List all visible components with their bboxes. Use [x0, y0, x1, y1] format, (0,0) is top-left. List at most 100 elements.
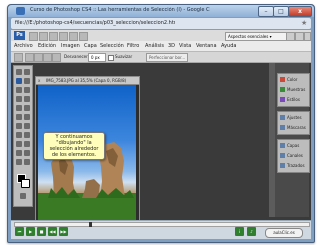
document-tab[interactable]: x IMG_7583.JPG al 35,5% (Capa 0, RGB/8) [36, 77, 139, 85]
ps-maximize-button[interactable] [295, 32, 304, 41]
quick-mask-icon[interactable] [20, 193, 26, 199]
menu-capa[interactable]: Capa [84, 42, 97, 50]
refine-edge-button[interactable]: Perfeccionar bor... [146, 53, 189, 62]
menu-seleccion[interactable]: Selección [100, 42, 124, 50]
brush-tool-icon[interactable] [24, 96, 30, 102]
document-close-icon[interactable]: x [38, 78, 40, 83]
minimize-button[interactable]: – [258, 6, 274, 17]
document-window: x IMG_7583.JPG al 35,5% (Capa 0, RGB/8) … [35, 76, 140, 238]
crop-tool-icon[interactable] [16, 87, 22, 93]
dodge-tool-icon[interactable] [24, 123, 30, 129]
right-bushes [96, 188, 134, 198]
panel-paths-label: Trazados [287, 163, 305, 168]
menu-edicion[interactable]: Edición [38, 42, 56, 50]
feather-input[interactable]: 0 px [88, 53, 106, 62]
panel-dock: Color Muestras Estilos Ajustes Máscaras … [269, 63, 310, 217]
menu-ayuda[interactable]: Ayuda [221, 42, 236, 50]
panel-styles[interactable]: Estilos [279, 95, 308, 104]
menu-3d[interactable]: 3D [168, 42, 175, 50]
quick-selection-tool-icon[interactable] [24, 78, 30, 84]
app-icon [16, 7, 25, 15]
menu-vista[interactable]: Vista [179, 42, 191, 50]
move-tool-icon[interactable] [16, 69, 22, 75]
color-panel-group: Color Muestras Estilos [277, 73, 310, 107]
rewind-button[interactable]: ⏮ [15, 227, 24, 236]
panel-masks-label: Máscaras [287, 125, 306, 130]
ps-minimize-button[interactable] [286, 32, 295, 41]
subtract-selection-icon[interactable] [43, 53, 52, 62]
blur-tool-icon[interactable] [16, 123, 22, 129]
clone-stamp-tool-icon[interactable] [16, 105, 22, 111]
background-color-swatch[interactable] [21, 179, 30, 188]
aulaclic-badge[interactable]: aulaClic.es [265, 228, 303, 238]
previous-step-button[interactable]: ◀◀ [48, 227, 57, 236]
shape-tool-icon[interactable] [24, 141, 30, 147]
play-button[interactable]: ▶ [26, 227, 35, 236]
paths-icon [280, 163, 285, 168]
photoshop-logo: Ps [14, 31, 25, 40]
adjustments-panel-group: Ajustes Máscaras [277, 111, 310, 135]
path-selection-tool-icon[interactable] [16, 141, 22, 147]
panel-adjustments[interactable]: Ajustes [279, 113, 308, 122]
marquee-tool-icon[interactable] [24, 69, 30, 75]
panel-masks[interactable]: Máscaras [279, 123, 308, 132]
panel-swatches[interactable]: Muestras [279, 85, 308, 94]
lasso-tool-preset-icon[interactable] [14, 53, 23, 62]
swatches-icon [280, 87, 285, 92]
arrange-documents-button[interactable] [79, 32, 88, 41]
menu-archivo[interactable]: Archivo [14, 42, 33, 50]
zoom-level-button[interactable] [59, 32, 68, 41]
close-button[interactable]: x [288, 6, 312, 17]
maximize-button[interactable]: □ [273, 6, 289, 17]
info-icon[interactable]: i [235, 227, 244, 236]
window-title: Curso de Photoshop CS4 :: Las herramient… [30, 7, 210, 13]
ps-close-button[interactable] [304, 32, 311, 41]
menu-imagen[interactable]: Imagen [61, 42, 80, 50]
hand-tool-icon[interactable] [16, 159, 22, 165]
hand-tool-button[interactable] [69, 32, 78, 41]
panel-color-label: Color [287, 77, 298, 82]
panel-styles-label: Estilos [287, 97, 300, 102]
volume-icon[interactable]: ♪ [247, 227, 256, 236]
antialias-checkbox[interactable] [108, 55, 114, 61]
gradient-tool-icon[interactable] [24, 114, 30, 120]
eyedropper-tool-icon[interactable] [24, 87, 30, 93]
panel-adjustments-label: Ajustes [287, 115, 302, 120]
mini-bridge-button[interactable] [39, 32, 48, 41]
zoom-tool-icon[interactable] [24, 159, 30, 165]
address-bar[interactable]: file:///E:/photoshop-cs4/secuencias/p03_… [11, 18, 311, 29]
tools-panel [13, 65, 33, 207]
panel-paths[interactable]: Trazados [279, 161, 308, 170]
3d-orbit-tool-icon[interactable] [24, 150, 30, 156]
3d-rotate-tool-icon[interactable] [16, 150, 22, 156]
new-selection-icon[interactable] [25, 53, 34, 62]
url-text[interactable]: file:///E:/photoshop-cs4/secuencias/p03_… [15, 20, 175, 27]
type-tool-icon[interactable] [24, 132, 30, 138]
document-title: IMG_7583.JPG al 35,5% (Capa 0, RGB/8) [46, 78, 127, 83]
panel-color[interactable]: Color [279, 75, 308, 84]
next-step-button[interactable]: ▶▶ [59, 227, 68, 236]
bookmark-star-icon[interactable]: ★ [301, 19, 307, 27]
bridge-button[interactable] [29, 32, 38, 41]
styles-icon [280, 97, 285, 102]
color-icon [280, 77, 285, 82]
menu-analisis[interactable]: Análisis [145, 42, 164, 50]
workspace-switcher[interactable]: Aspectos esenciales ▾ [225, 32, 287, 41]
menu-ventana[interactable]: Ventana [196, 42, 217, 50]
seek-handle[interactable] [89, 222, 92, 227]
menu-filtro[interactable]: Filtro [127, 42, 139, 50]
history-brush-tool-icon[interactable] [24, 105, 30, 111]
image-canvas[interactable]: Y continuamos "dibujando" la selección a… [38, 85, 136, 224]
spot-healing-tool-icon[interactable] [16, 96, 22, 102]
view-extras-button[interactable] [49, 32, 58, 41]
panel-layers[interactable]: Capas [279, 141, 308, 150]
lasso-tool-icon[interactable] [16, 78, 22, 84]
panel-channels[interactable]: Canales [279, 151, 308, 160]
intersect-selection-icon[interactable] [52, 53, 61, 62]
photoshop-app-bar: Ps Aspectos esenciales ▾ [11, 30, 311, 41]
pen-tool-icon[interactable] [16, 132, 22, 138]
panel-dock-collapse-bar[interactable] [269, 63, 275, 217]
add-to-selection-icon[interactable] [34, 53, 43, 62]
stop-button[interactable]: ■ [37, 227, 46, 236]
eraser-tool-icon[interactable] [16, 114, 22, 120]
